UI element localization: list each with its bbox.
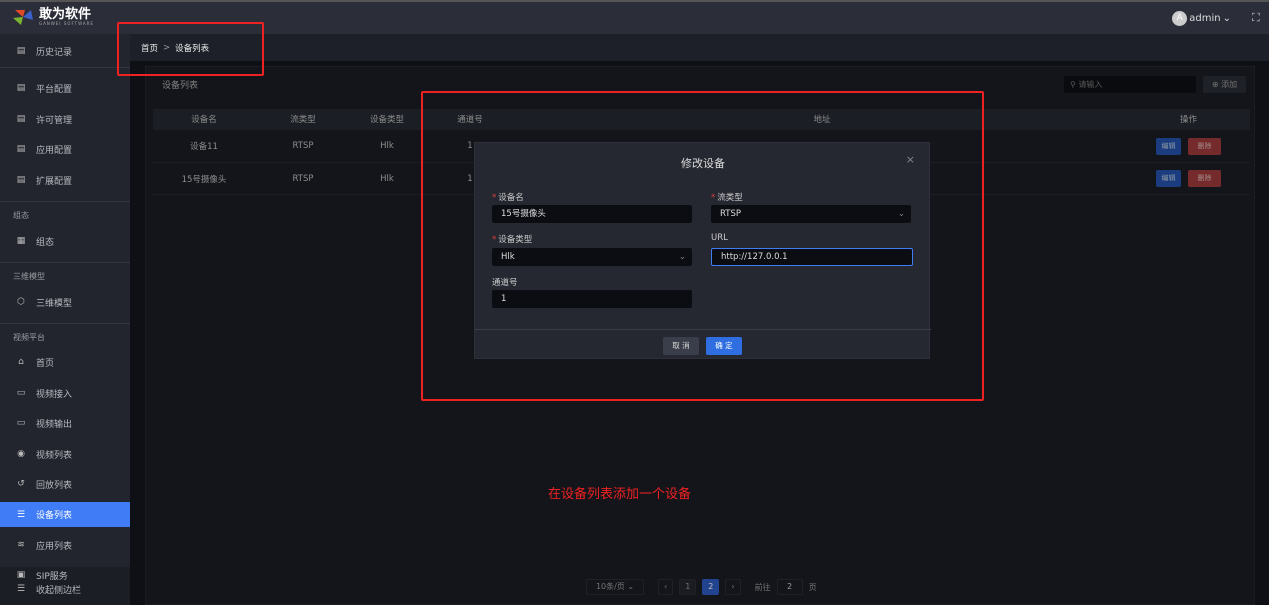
divider xyxy=(0,323,130,324)
divider xyxy=(0,201,130,202)
video-camera-icon: ▭ xyxy=(16,388,26,398)
sidebar-item-platform-config[interactable]: ▤ 平台配置 xyxy=(0,73,130,103)
sidebar-item-label: 设备列表 xyxy=(36,511,73,521)
logo-icon xyxy=(13,10,33,25)
sidebar-item-label: 应用配置 xyxy=(36,145,73,156)
collapse-icon: ☰ xyxy=(16,584,26,594)
sidebar-item-device-list[interactable]: ☰ 设备列表 xyxy=(0,502,130,527)
sidebar-item-zutai[interactable]: ▦ 组态 xyxy=(0,226,130,256)
chevron-down-icon: ⌄ xyxy=(1222,13,1231,24)
sidebar-item-label: 视频列表 xyxy=(36,450,73,461)
config-icon: ▤ xyxy=(16,114,26,124)
list-icon: ☰ xyxy=(16,509,26,520)
sidebar-item-label: 扩展配置 xyxy=(36,176,73,187)
video-list-icon: ◉ xyxy=(17,449,25,459)
sidebar-item-label: 组态 xyxy=(36,237,55,248)
sidebar-item-3d-model[interactable]: ⬡ 三维模型 xyxy=(0,287,130,317)
config-icon: ▤ xyxy=(16,175,26,185)
user-menu[interactable]: A admin ⌄ xyxy=(1172,11,1231,26)
sidebar-item-video-input[interactable]: ▭ 视频接入 xyxy=(0,378,130,408)
sidebar-item-ext-config[interactable]: ▤ 扩展配置 xyxy=(0,165,130,195)
cube-icon: ⬡ xyxy=(17,297,25,307)
logo-subtitle: GANWEI SOFTWARE xyxy=(39,21,94,26)
history-icon: ↺ xyxy=(17,479,25,489)
layers-icon: ≋ xyxy=(17,540,25,550)
annotation-box xyxy=(117,22,264,76)
sidebar-item-label: 应用列表 xyxy=(36,541,73,552)
sidebar: ▤ 历史记录 ▤ 平台配置 ▤ 许可管理 ▤ 应用配置 ▤ 扩展配置 组态 ▦ 组态 三维模… xyxy=(0,34,130,605)
sidebar-item-label: 回放列表 xyxy=(36,480,73,491)
server-icon: ▣ xyxy=(16,570,26,580)
sidebar-item-label: 三维模型 xyxy=(36,298,73,309)
collapse-label: 收起侧边栏 xyxy=(36,585,82,596)
logo: 敢为软件 GANWEI SOFTWARE xyxy=(12,8,94,26)
avatar: A xyxy=(1172,11,1188,26)
collapse-sidebar-button[interactable]: ☰ 收起侧边栏 xyxy=(0,581,130,597)
logo-title: 敢为软件 xyxy=(39,7,92,22)
group-title: 三维模型 xyxy=(13,272,45,281)
sidebar-item-history[interactable]: ▤ 历史记录 xyxy=(0,36,130,66)
divider xyxy=(0,262,130,263)
group-title: 视频平台 xyxy=(13,333,45,342)
document-icon: ▤ xyxy=(16,46,26,56)
fullscreen-icon[interactable]: ⛶ xyxy=(1252,12,1263,23)
sidebar-item-home[interactable]: ⌂ 首页 xyxy=(0,347,130,377)
sidebar-item-label: 视频输出 xyxy=(36,419,73,430)
sidebar-item-label: 平台配置 xyxy=(36,84,73,95)
sidebar-item-video-list[interactable]: ◉ 视频列表 xyxy=(0,439,130,469)
sidebar-item-label: 首页 xyxy=(36,358,55,369)
group-title: 组态 xyxy=(13,211,29,220)
sidebar-item-app-list[interactable]: ≋ 应用列表 xyxy=(0,530,130,560)
sidebar-item-label: 视频接入 xyxy=(36,389,73,400)
divider xyxy=(0,67,130,68)
breadcrumb: 首页 > 设备列表 xyxy=(130,34,1269,61)
annotation-box xyxy=(421,91,984,401)
sidebar-item-label: SIP服务 xyxy=(36,571,68,582)
sidebar-item-video-output[interactable]: ▭ 视频输出 xyxy=(0,408,130,438)
username: admin xyxy=(1189,13,1221,24)
annotation-text: 在设备列表添加一个设备 xyxy=(548,487,692,502)
sidebar-item-license[interactable]: ▤ 许可管理 xyxy=(0,104,130,134)
sidebar-item-app-config[interactable]: ▤ 应用配置 xyxy=(0,134,130,164)
video-camera-icon: ▭ xyxy=(16,418,26,428)
config-icon: ▤ xyxy=(16,83,26,93)
sidebar-item-label: 历史记录 xyxy=(36,47,73,58)
sidebar-item-playback-list[interactable]: ↺ 回放列表 xyxy=(0,469,130,499)
config-icon: ▤ xyxy=(16,144,26,154)
grid-icon: ▦ xyxy=(16,236,26,246)
sidebar-footer: ▣ SIP服务 ☰ 收起侧边栏 xyxy=(0,567,130,605)
home-icon: ⌂ xyxy=(18,357,24,367)
sidebar-item-label: 许可管理 xyxy=(36,115,73,126)
